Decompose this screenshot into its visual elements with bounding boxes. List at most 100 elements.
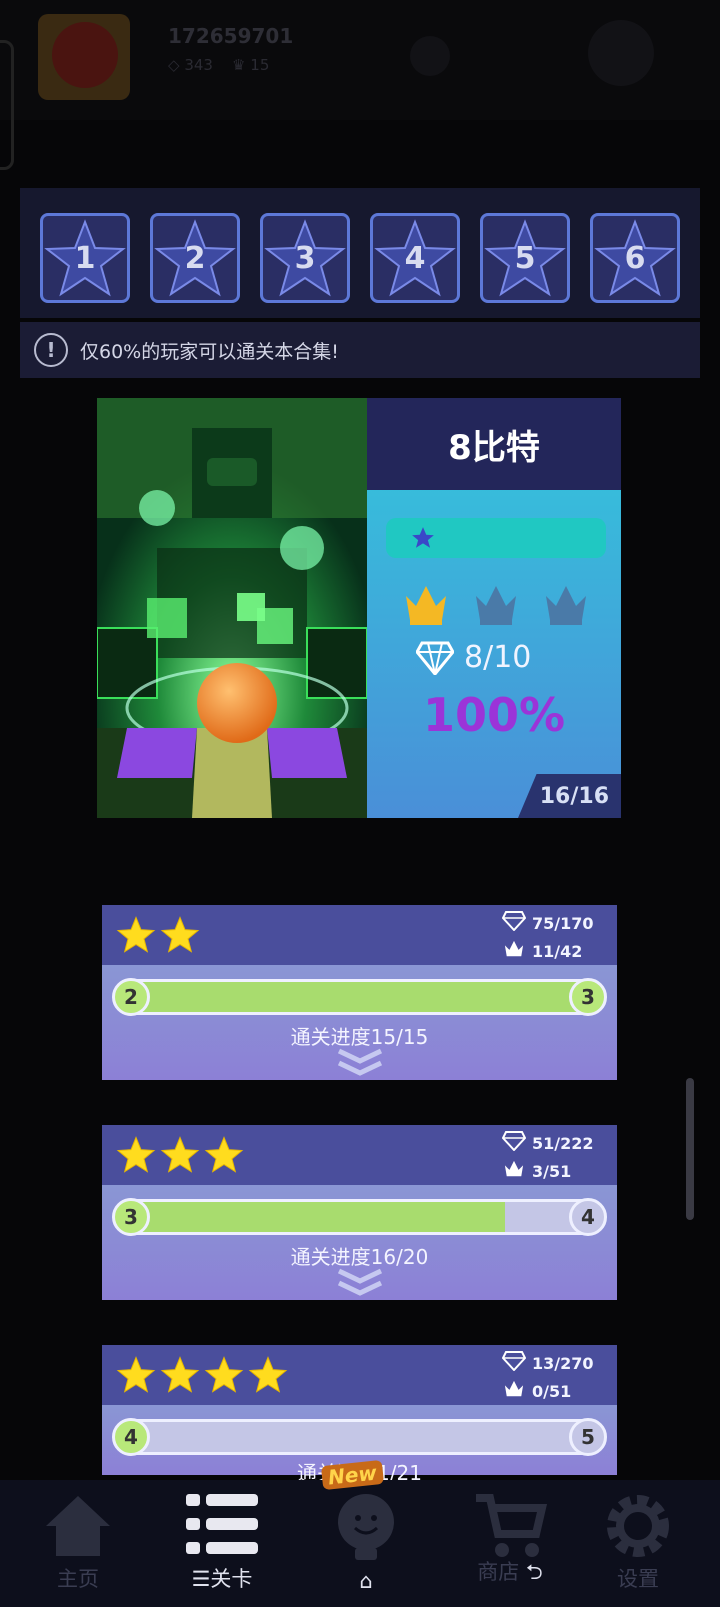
level-tab[interactable]: 3	[260, 213, 350, 303]
star-icon	[116, 915, 156, 959]
level-tab-number: 3	[294, 240, 316, 276]
progress-card[interactable]: 13/2700/5145通关进度1/21	[102, 1345, 617, 1485]
nav-levels-text: 关卡	[210, 1567, 253, 1591]
crown-icon	[502, 1159, 526, 1183]
star-tier	[116, 1355, 288, 1399]
progress-text: 通关进度15/15	[290, 1025, 429, 1049]
crown-icon	[542, 582, 590, 630]
back-icon[interactable]: ⮌	[526, 1560, 543, 1584]
crown-icon: ♛	[232, 56, 246, 74]
progress-card-header: 51/222 3/51	[102, 1125, 617, 1185]
level-tab[interactable]: 4	[370, 213, 460, 303]
crown-icon	[502, 939, 526, 963]
diamond-icon	[501, 1351, 527, 1375]
smiley-bulb-icon	[338, 1494, 394, 1560]
diamond-icon	[501, 1131, 527, 1155]
notice-banner: ! 仅60%的玩家可以通关本合集!	[20, 322, 700, 378]
nav-shop-label: 商店 ⮌	[477, 1556, 543, 1593]
chevron-down-icon[interactable]	[335, 1047, 385, 1077]
progress-card-header: 75/170 11/42	[102, 905, 617, 965]
star-icon	[160, 1135, 200, 1179]
progress-end-knob: 5	[569, 1418, 607, 1456]
level-tab-number: 1	[74, 240, 96, 276]
level-tab-number: 5	[514, 240, 536, 276]
progress-fill	[117, 982, 602, 1012]
list-icon	[186, 1494, 258, 1554]
crown-count: 3/51	[532, 1161, 572, 1181]
level-tab[interactable]: 1	[40, 213, 130, 303]
nav-settings[interactable]: 设置	[566, 1480, 710, 1607]
diamond-icon	[416, 641, 454, 675]
gem-stat: 75/170	[501, 911, 594, 935]
progress-start-knob: 4	[112, 1418, 150, 1456]
crown-stat: 11/42	[502, 939, 582, 963]
progress-track	[114, 979, 605, 1015]
bg-icon	[588, 20, 654, 86]
star-icon	[248, 1355, 288, 1399]
progress-card-body: 3 4 通关进度16/20	[102, 1185, 617, 1300]
gems-count: 343	[184, 56, 213, 74]
diamond-icon	[501, 911, 527, 935]
nav-settings-label: 设置	[617, 1567, 659, 1591]
avatar-ball-icon	[52, 22, 118, 88]
progress-start-knob: 2	[112, 978, 150, 1016]
nav-home[interactable]: 主页	[6, 1480, 150, 1607]
scrollbar[interactable]	[686, 1078, 694, 1220]
level-artwork[interactable]	[97, 398, 367, 818]
crown-stat: 0/51	[502, 1379, 571, 1403]
progress-start-knob: 3	[112, 1198, 150, 1236]
gem-count: 75/170	[532, 913, 594, 933]
hex-decoration	[0, 40, 14, 170]
progress-card[interactable]: 51/222 3/51 3 4 通关进度16/20	[102, 1125, 617, 1300]
crown-icon	[502, 1379, 526, 1403]
chevron-down-icon[interactable]	[335, 1267, 385, 1297]
level-tab[interactable]: 6	[590, 213, 680, 303]
progress-card-body: 2 3 通关进度15/15	[102, 965, 617, 1080]
progress-end-knob: 4	[569, 1198, 607, 1236]
crowns-count: 15	[250, 56, 270, 74]
progress-fill	[117, 1202, 505, 1232]
nav-shop[interactable]: 商店 ⮌	[438, 1480, 582, 1607]
level-title: 8比特	[367, 398, 621, 490]
crown-icon	[402, 582, 450, 630]
gem-stat: 13/270	[501, 1351, 594, 1375]
gem-stat: 51/222	[501, 1131, 594, 1155]
nav-shop-text: 商店	[477, 1560, 520, 1584]
level-tab[interactable]: 5	[480, 213, 570, 303]
user-id: 172659701	[168, 24, 294, 48]
progress-end-knob: 3	[569, 978, 607, 1016]
cart-icon	[476, 1494, 548, 1557]
star-icon	[160, 915, 200, 959]
home-overlay-icon: ⌂	[359, 1569, 373, 1593]
info-icon: !	[34, 333, 68, 367]
nav-home-label: 主页	[57, 1567, 99, 1591]
nav-levels-label: ☰关卡	[191, 1567, 253, 1591]
progress-card[interactable]: 75/170 11/42 2 3 通关进度15/15	[102, 905, 617, 1080]
star-icon	[412, 527, 434, 548]
nav-levels[interactable]: ☰关卡	[150, 1480, 294, 1607]
crown-count: 0/51	[532, 1381, 572, 1401]
completion-percent: 100%	[422, 688, 566, 742]
level-tab[interactable]: 2	[150, 213, 240, 303]
star-icon	[204, 1135, 244, 1179]
star-tier	[116, 1135, 244, 1179]
gem-count: 51/222	[532, 1133, 594, 1153]
crown-rating	[402, 582, 590, 630]
gem-count: 8/10	[464, 640, 532, 675]
crown-count: 11/42	[532, 941, 583, 961]
progress-text: 通关进度16/20	[290, 1245, 429, 1269]
gem-icon: ◇	[168, 56, 180, 74]
level-tab-number: 4	[404, 240, 426, 276]
nav-middle[interactable]: ⌂	[294, 1480, 438, 1607]
level-tab-number: 2	[184, 240, 206, 276]
star-icon	[116, 1135, 156, 1179]
star-icon	[204, 1355, 244, 1399]
star-icon	[116, 1355, 156, 1399]
level-tab-number: 6	[624, 240, 646, 276]
profile-stats: ◇ 343 ♛ 15	[168, 56, 269, 74]
progress-track	[114, 1199, 605, 1235]
star-tier	[116, 915, 200, 959]
app-root: 172659701 ◇ 343 ♛ 15 123456 ! 仅60%的玩家可以通…	[0, 0, 720, 1607]
home-icon	[46, 1496, 110, 1556]
notice-text: 仅60%的玩家可以通关本合集!	[80, 340, 339, 363]
